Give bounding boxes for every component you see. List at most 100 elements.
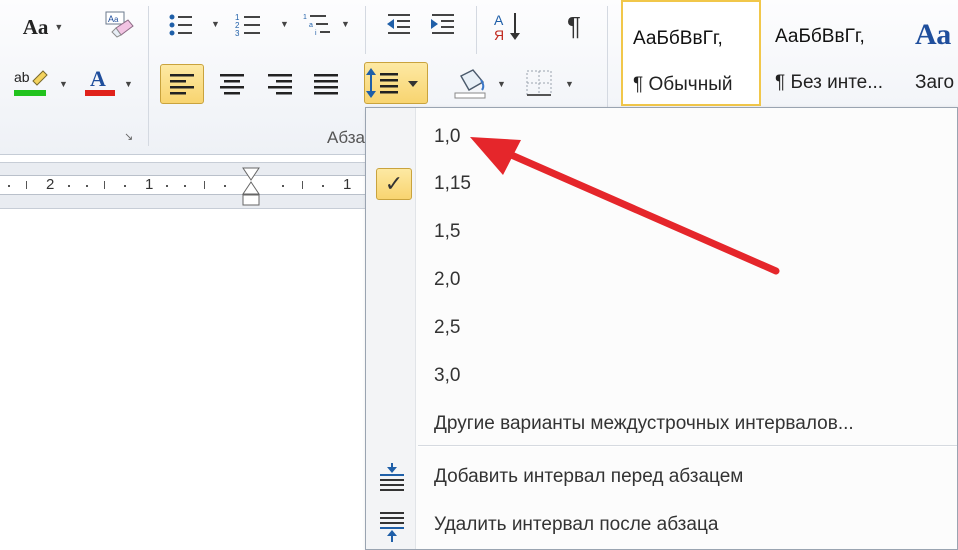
ruler-mark <box>8 185 10 187</box>
ruler-mark <box>166 185 168 187</box>
align-center-button[interactable] <box>212 64 252 104</box>
justify-button[interactable] <box>306 64 346 104</box>
menu-item-label: Удалить интервал после абзаца <box>434 514 719 535</box>
chevron-down-icon[interactable]: ▼ <box>280 19 289 29</box>
ruler-mark <box>322 185 324 187</box>
align-right-icon <box>268 74 292 95</box>
styles-gallery: АаБбВвГг, ¶ Обычный АаБбВвГг, ¶ Без инте… <box>615 0 958 108</box>
chevron-down-icon: ▼ <box>54 22 64 32</box>
multilevel-list-button[interactable]: 1 a i <box>300 8 340 42</box>
chevron-down-icon[interactable]: ▼ <box>124 79 133 89</box>
menu-item-label: 2,0 <box>434 269 461 290</box>
style-tile-heading[interactable]: Аа Заго <box>911 0 958 106</box>
bullet-list-icon <box>169 14 192 36</box>
increase-indent-button[interactable] <box>426 8 460 42</box>
button-separator <box>365 6 366 54</box>
menu-item-add-space-before[interactable]: Добавить интервал перед абзацем <box>367 454 957 500</box>
style-sample: Аа <box>915 18 952 51</box>
change-case-label: Aa <box>22 14 49 39</box>
style-name: ¶ Обычный <box>633 74 733 95</box>
bullets-button[interactable] <box>166 8 196 42</box>
style-tile-no-spacing[interactable]: АаБбВвГг, ¶ Без инте... <box>765 0 905 106</box>
svg-text:Я: Я <box>494 27 504 43</box>
menu-item-label: 3,0 <box>434 365 461 386</box>
ruler-mark <box>302 181 303 189</box>
menu-item-remove-space-after[interactable]: Удалить интервал после абзаца <box>367 502 957 548</box>
chevron-down-icon[interactable]: ▼ <box>497 79 506 89</box>
menu-item-label: 1,15 <box>434 173 471 194</box>
chevron-down-icon[interactable]: ▼ <box>59 79 68 89</box>
ruler-mark <box>282 185 284 187</box>
ruler-mark <box>104 181 105 189</box>
menu-item-spacing-2-5[interactable]: 2,5 <box>367 305 957 351</box>
ruler-mark <box>86 185 88 187</box>
ruler-number: 1 <box>145 176 154 193</box>
svg-text:А: А <box>494 12 504 28</box>
font-dialog-launcher-icon[interactable]: ↘ <box>124 131 137 144</box>
line-spacing-button[interactable] <box>364 62 428 104</box>
highlighter-icon: ab <box>14 69 48 96</box>
borders-icon <box>526 70 552 96</box>
borders-button[interactable] <box>520 64 558 102</box>
ruler-mark <box>124 185 126 187</box>
ruler-mark <box>68 185 70 187</box>
ruler-mark <box>204 181 205 189</box>
check-icon: ✓ <box>376 168 412 200</box>
svg-text:a: a <box>309 22 313 29</box>
menu-item-label: Другие варианты междустрочных интервалов… <box>434 413 854 434</box>
paint-bucket-icon <box>454 69 486 99</box>
menu-item-label: 1,0 <box>434 126 461 147</box>
line-spacing-icon <box>366 68 418 98</box>
horizontal-ruler: 2 1 1 <box>0 162 370 209</box>
menu-item-more-spacing-options[interactable]: Другие варианты междустрочных интервалов… <box>367 401 957 447</box>
align-right-button[interactable] <box>260 64 300 104</box>
style-name: Заго <box>915 72 955 93</box>
svg-text:i: i <box>315 30 317 37</box>
chevron-down-icon[interactable]: ▼ <box>211 19 220 29</box>
decrease-indent-button[interactable] <box>382 8 416 42</box>
style-sample: АаБбВвГг, <box>633 28 723 49</box>
menu-item-spacing-3-0[interactable]: 3,0 <box>367 353 957 399</box>
chevron-down-icon[interactable]: ▼ <box>341 19 350 29</box>
menu-item-label: 2,5 <box>434 317 461 338</box>
align-left-button[interactable] <box>160 64 204 104</box>
group-separator <box>148 6 149 146</box>
sort-button[interactable]: А Я <box>490 8 526 44</box>
svg-text:1: 1 <box>303 14 307 21</box>
increase-indent-icon <box>431 14 454 34</box>
clear-formatting-button[interactable]: A a <box>102 8 136 42</box>
ruler-mark <box>184 185 186 187</box>
font-color-button[interactable]: A <box>80 64 120 100</box>
pilcrow-icon: ¶ <box>567 10 581 41</box>
style-sample: АаБбВвГг, <box>775 26 865 47</box>
svg-text:3: 3 <box>235 29 240 38</box>
style-tile-normal[interactable]: АаБбВвГг, ¶ Обычный <box>621 0 761 106</box>
menu-item-spacing-1-5[interactable]: 1,5 <box>367 209 957 255</box>
align-left-icon <box>170 74 194 95</box>
button-separator <box>476 6 477 54</box>
decrease-indent-icon <box>387 14 410 34</box>
ruler-number: 1 <box>343 176 352 193</box>
add-space-before-icon <box>380 463 404 491</box>
line-spacing-menu: 1,0 ✓ 1,15 1,5 2,0 2,5 3,0 Другие вариан… <box>365 107 958 550</box>
svg-text:A: A <box>90 66 106 91</box>
sort-icon: А Я <box>494 12 520 43</box>
numbering-button[interactable]: 1 2 3 <box>233 8 265 42</box>
change-case-button[interactable]: Aa ▼ <box>16 12 70 42</box>
remove-space-after-icon <box>380 512 404 542</box>
highlight-button[interactable]: ab <box>10 64 50 100</box>
svg-text:ab: ab <box>14 69 30 85</box>
justify-icon <box>314 74 338 95</box>
shading-button[interactable] <box>452 64 490 102</box>
svg-text:a: a <box>114 15 119 24</box>
indent-marker-icon[interactable] <box>241 167 261 209</box>
menu-item-spacing-1-15[interactable]: ✓ 1,15 <box>367 161 957 207</box>
menu-item-spacing-1-0[interactable]: 1,0 <box>367 114 957 160</box>
menu-item-label: 1,5 <box>434 221 461 242</box>
show-formatting-marks-button[interactable]: ¶ <box>556 8 592 44</box>
menu-item-spacing-2-0[interactable]: 2,0 <box>367 257 957 303</box>
chevron-down-icon[interactable]: ▼ <box>565 79 574 89</box>
numbered-list-icon: 1 2 3 <box>235 13 260 38</box>
menu-separator <box>418 446 957 447</box>
ruler-mark <box>26 181 27 189</box>
